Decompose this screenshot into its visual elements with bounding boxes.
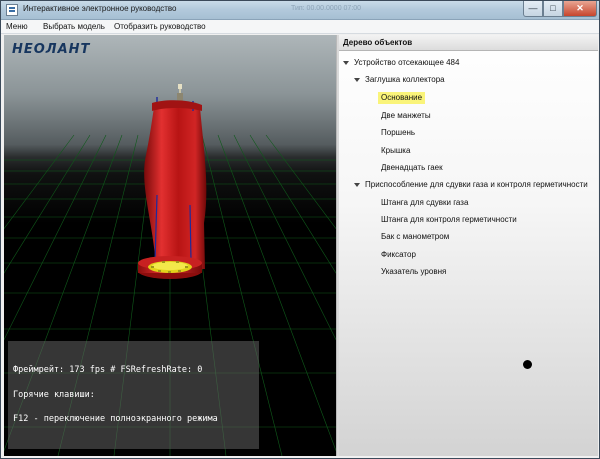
object-tree-panel: Дерево объектов Устройство отсекающее 48… — [339, 35, 598, 456]
tree-item-base[interactable]: Основание — [378, 92, 426, 104]
close-button[interactable]: ✕ — [563, 1, 597, 17]
menu-item-show-guide[interactable]: Отобразить руководство — [114, 22, 206, 31]
cutoff-device-model[interactable] — [138, 84, 207, 279]
stats-overlay: Фреймрейт: 173 fps # FSRefreshRate: 0 Го… — [8, 341, 259, 449]
tree-item-gas-rod[interactable]: Штанга для сдувки газа — [381, 197, 468, 209]
tree-item-two-cuffs[interactable]: Две манжеты — [381, 110, 431, 122]
tree-node-gas-blowing-device[interactable]: Приспособление для сдувки газа и контрол… — [354, 179, 588, 191]
app-window-icon — [6, 4, 18, 16]
expand-arrow-icon[interactable] — [354, 182, 360, 187]
3d-viewport[interactable]: НЕОЛАНТ Фреймрейт: 173 fps # FSRefreshRa… — [4, 35, 336, 456]
mouse-cursor-dot — [523, 360, 532, 369]
tree-node-label: Приспособление для сдувки газа и контрол… — [365, 180, 588, 189]
neolant-logo: НЕОЛАНТ — [12, 42, 91, 57]
expand-arrow-icon[interactable] — [354, 77, 360, 82]
menu-bar: Меню Выбрать модель Отобразить руководст… — [1, 20, 599, 34]
tree-item-twelve-nuts[interactable]: Двенадцать гаек — [381, 162, 443, 174]
tree-node-root[interactable]: Устройство отсекающее 484 — [343, 57, 459, 69]
tree-item-level-indicator[interactable]: Указатель уровня — [381, 266, 446, 278]
hotkey-f12-text: F12 - переключение полноэкранного режима — [13, 414, 218, 424]
tree-item-lock[interactable]: Фиксатор — [381, 249, 416, 261]
framerate-text: Фреймрейт: 173 fps # FSRefreshRate: 0 — [13, 365, 203, 375]
tree-item-tightness-rod[interactable]: Штанга для контроля герметичности — [381, 214, 517, 226]
tree-item-tank-manometer[interactable]: Бак с манометром — [381, 231, 449, 243]
menu-item-select-model[interactable]: Выбрать модель — [43, 22, 105, 31]
object-tree-header: Дерево объектов — [339, 35, 598, 51]
tree-item-piston[interactable]: Поршень — [381, 127, 415, 139]
tree-node-collector-plug[interactable]: Заглушка коллектора — [354, 74, 445, 86]
window-title: Интерактивное электронное руководство — [23, 4, 177, 13]
tree-item-cover[interactable]: Крышка — [381, 145, 410, 157]
title-bar[interactable]: Интерактивное электронное руководство Ти… — [1, 1, 599, 20]
expand-arrow-icon[interactable] — [343, 60, 349, 65]
tree-node-label: Устройство отсекающее 484 — [354, 58, 460, 67]
object-tree-title: Дерево объектов — [343, 38, 413, 47]
maximize-button[interactable]: □ — [543, 1, 563, 17]
menu-item-menu[interactable]: Меню — [6, 22, 28, 31]
tree-node-label: Заглушка коллектора — [365, 75, 445, 84]
app-window: Интерактивное электронное руководство Ти… — [0, 0, 600, 459]
minimize-button[interactable]: — — [523, 1, 543, 17]
hotkeys-title: Горячие клавиши: — [13, 390, 95, 400]
window-ghost-title: Тип: 00.00.0000 07:00 — [291, 5, 362, 12]
